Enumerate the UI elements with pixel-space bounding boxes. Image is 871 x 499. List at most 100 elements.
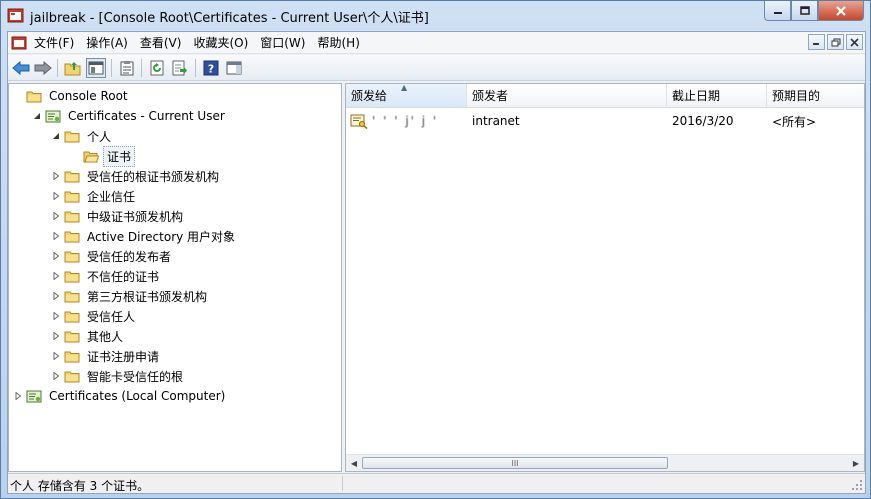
child-minimize-button[interactable] — [808, 34, 825, 50]
minimize-button[interactable] — [764, 1, 791, 21]
folder-icon — [64, 291, 80, 302]
tree-item[interactable]: Console Root — [13, 86, 131, 106]
tree-item[interactable]: 不信任的证书 — [51, 266, 162, 286]
minimize-icon — [813, 43, 819, 45]
tree-item-label: 受信任的发布者 — [87, 249, 172, 264]
collapsed-triangle-icon[interactable] — [51, 291, 61, 301]
menu-help[interactable]: 帮助(H) — [311, 35, 365, 51]
toolbar-separator — [57, 59, 58, 77]
refresh-button[interactable] — [147, 58, 167, 78]
back-button[interactable] — [11, 58, 31, 78]
collapsed-triangle-icon[interactable] — [13, 391, 23, 401]
issued-by-value: intranet — [472, 114, 520, 128]
scroll-right-icon[interactable]: ▶ — [850, 458, 862, 468]
collapsed-triangle-icon[interactable] — [51, 371, 61, 381]
collapsed-triangle-icon[interactable] — [51, 231, 61, 241]
menu-favorites[interactable]: 收藏夹(O) — [187, 35, 254, 51]
column-header-issued-by[interactable]: 颁发者 — [467, 84, 667, 108]
scroll-left-icon[interactable]: ◀ — [348, 458, 360, 468]
tree-item[interactable]: Certificates - Current User — [32, 106, 228, 126]
action-pane-button[interactable] — [224, 58, 244, 78]
issued-to-value: ' ' ' j' j ' — [372, 114, 439, 128]
column-label: 预期目的 — [772, 89, 821, 103]
mmc-app-icon[interactable] — [7, 7, 24, 24]
expanded-triangle-icon[interactable] — [32, 111, 42, 121]
collapsed-triangle-icon[interactable] — [51, 271, 61, 281]
tree-item[interactable]: 智能卡受信任的根 — [51, 366, 186, 386]
scroll-thumb[interactable]: III — [362, 457, 668, 469]
back-icon — [12, 61, 30, 75]
title-bar[interactable]: jailbreak - [Console Root\Certificates -… — [1, 1, 870, 31]
tree-item[interactable]: 受信任的根证书颁发机构 — [51, 166, 222, 186]
collapsed-triangle-icon[interactable] — [51, 211, 61, 221]
tree-item[interactable]: 中级证书颁发机构 — [51, 206, 186, 226]
tree-item[interactable]: 个人 — [51, 126, 114, 146]
menu-view[interactable]: 查看(V) — [134, 35, 188, 51]
minimize-icon — [773, 11, 782, 14]
sort-ascending-icon: ▲ — [401, 83, 408, 92]
intended-purposes-value: <所有> — [772, 114, 817, 129]
forward-button[interactable] — [33, 58, 53, 78]
tree-item[interactable]: 企业信任 — [51, 186, 138, 206]
column-header-issued-to[interactable]: ▲ 颁发给 — [346, 84, 467, 108]
tree-item[interactable]: 第三方根证书颁发机构 — [51, 286, 210, 306]
tree-item-label: 不信任的证书 — [87, 269, 160, 284]
expanded-triangle-icon[interactable] — [51, 131, 61, 141]
toolbar: ? — [8, 55, 865, 81]
menu-bar: 文件(F) 操作(A) 查看(V) 收藏夹(O) 窗口(W) 帮助(H) — [8, 32, 865, 54]
collapsed-triangle-icon[interactable] — [51, 171, 61, 181]
show-hide-tree-icon — [88, 61, 104, 75]
collapsed-triangle-icon[interactable] — [51, 351, 61, 361]
tree-item-label: 企业信任 — [87, 189, 136, 204]
help-icon: ? — [203, 60, 219, 76]
tree-item[interactable]: 其他人 — [51, 326, 126, 346]
folder-icon — [64, 311, 80, 322]
tree-item[interactable]: 证书注册申请 — [51, 346, 162, 366]
mmc-window: jailbreak - [Console Root\Certificates -… — [0, 0, 871, 499]
tree-item-label: 证书注册申请 — [87, 349, 160, 364]
show-hide-tree-button[interactable] — [86, 58, 106, 78]
export-list-icon — [172, 60, 187, 76]
tree-item[interactable]: 证书 — [70, 145, 136, 167]
collapsed-triangle-icon[interactable] — [51, 331, 61, 341]
horizontal-scrollbar[interactable]: ◀ III ▶ — [346, 454, 864, 471]
console-menu-icon[interactable] — [11, 35, 27, 51]
help-button[interactable]: ? — [201, 58, 221, 78]
menu-file[interactable]: 文件(F) — [28, 35, 80, 51]
tree-item-label: Certificates (Local Computer) — [49, 389, 226, 403]
column-label: 截止日期 — [672, 89, 721, 103]
collapsed-triangle-icon[interactable] — [51, 191, 61, 201]
tree-item[interactable]: Active Directory 用户对象 — [51, 226, 238, 246]
properties-icon — [120, 61, 134, 76]
collapsed-triangle-icon[interactable] — [51, 251, 61, 261]
child-restore-button[interactable] — [827, 34, 844, 50]
cell-issued-to[interactable]: ' ' ' j' j ' — [350, 112, 438, 130]
column-header-expiration-date[interactable]: 截止日期 — [667, 84, 767, 108]
menu-window[interactable]: 窗口(W) — [254, 35, 311, 51]
folder-icon — [26, 91, 42, 102]
tree-item[interactable]: Certificates (Local Computer) — [13, 386, 228, 406]
maximize-button[interactable] — [791, 1, 818, 21]
close-button[interactable] — [818, 1, 864, 21]
child-close-button[interactable] — [846, 34, 863, 50]
restore-icon — [831, 38, 840, 46]
up-one-level-button[interactable] — [63, 58, 83, 78]
tree-item[interactable]: 受信任人 — [51, 306, 138, 326]
certificate-list-view: ▲ 颁发给 颁发者 截止日期 预期目的 ' ' ' j' j ' intrane… — [345, 83, 865, 472]
toolbar-separator — [141, 59, 142, 77]
menu-action[interactable]: 操作(A) — [80, 35, 134, 51]
collapsed-triangle-icon[interactable] — [51, 311, 61, 321]
status-text: 个人 存储含有 3 个证书。 — [10, 479, 150, 493]
tree-item-label: 第三方根证书颁发机构 — [87, 289, 208, 304]
resize-grip-icon[interactable] — [851, 479, 863, 491]
export-list-button[interactable] — [170, 58, 190, 78]
certificate-store-icon — [26, 390, 42, 402]
tree-item-label: 其他人 — [87, 329, 124, 344]
tree-item[interactable]: 受信任的发布者 — [51, 246, 174, 266]
column-header-intended-purposes[interactable]: 预期目的 — [767, 84, 864, 108]
action-pane-icon — [226, 61, 242, 75]
properties-button[interactable] — [117, 58, 137, 78]
column-label: 颁发者 — [472, 89, 509, 103]
folder-icon — [64, 351, 80, 362]
tree-item-label: 个人 — [87, 129, 112, 144]
